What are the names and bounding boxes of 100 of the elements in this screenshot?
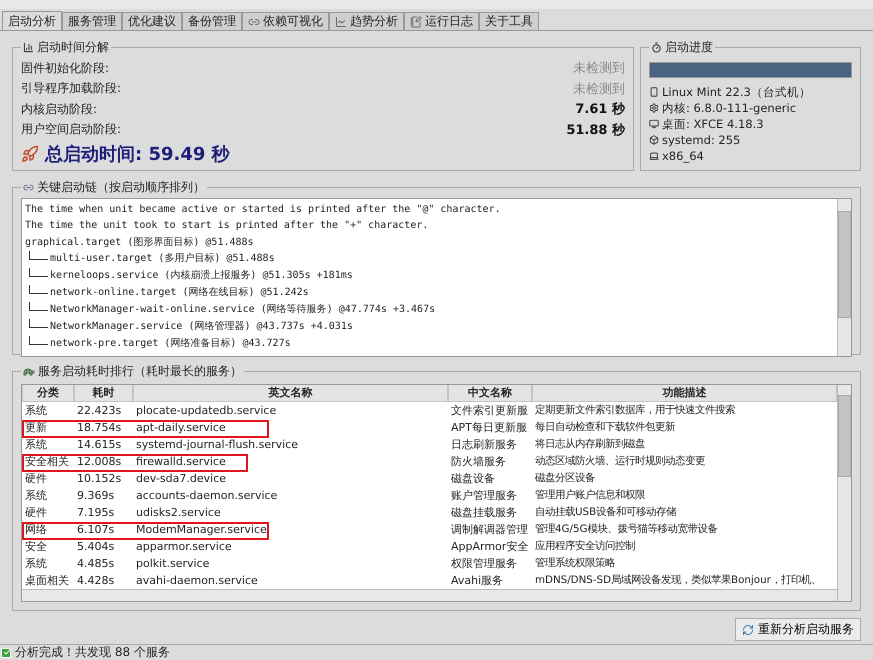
column-header[interactable]: 中文名称 bbox=[448, 385, 532, 402]
cube-icon bbox=[649, 135, 659, 145]
scrollbar[interactable] bbox=[837, 199, 851, 356]
table-cell-text: 账户管理服务 bbox=[450, 488, 518, 504]
column-header[interactable]: 分类 bbox=[22, 385, 74, 402]
stage-label: 固件初始化阶段: bbox=[21, 60, 110, 77]
table-cell-text: 6.107s bbox=[76, 522, 116, 538]
table-cell-text: 动态区域防火墙、运行时规则动态变更 bbox=[534, 454, 706, 469]
table-cell-text: apparmor.service bbox=[135, 539, 233, 555]
table-cell-text: 权限管理服务 bbox=[450, 556, 518, 572]
table-cell-text: 22.423s bbox=[76, 403, 122, 419]
stage-label: 用户空间启动阶段: bbox=[21, 121, 122, 138]
table-cell-text: 定期更新文件索引数据库，用于快速文件搜索 bbox=[534, 403, 736, 418]
table-cell-text: avahi-daemon.service bbox=[135, 573, 259, 589]
table-cell-text: 硬件 bbox=[24, 471, 48, 487]
column-header[interactable]: 耗时 bbox=[74, 385, 133, 402]
table-cell-text: accounts-daemon.service bbox=[135, 488, 278, 504]
tab[interactable]: 运行日志 bbox=[404, 12, 479, 30]
table-cell-text: 12.008s bbox=[76, 454, 122, 470]
turtle-icon bbox=[23, 366, 35, 378]
output-line: kerneloops.service (内核崩溃上报服务) @51.305s +181ms bbox=[50, 268, 353, 284]
tab[interactable]: 依赖可视化 bbox=[242, 12, 329, 30]
tab[interactable]: 关于工具 bbox=[479, 12, 539, 30]
table-cell-text: 每日自动检查和下载软件包更新 bbox=[534, 420, 676, 435]
column-header[interactable]: 英文名称 bbox=[133, 385, 448, 402]
table-cell-text: 系统 bbox=[24, 403, 48, 419]
bar-chart-icon bbox=[23, 42, 34, 53]
stage-value: 51.88 秒 bbox=[566, 122, 625, 139]
stage-value: 7.61 秒 bbox=[575, 101, 625, 118]
table-cell-text: ModemManager.service bbox=[135, 522, 268, 538]
table-cell-text: polkit.service bbox=[135, 556, 210, 572]
tab[interactable]: 启动分析 bbox=[2, 11, 62, 30]
table-cell-text: 安全相关 bbox=[24, 454, 70, 470]
scrollbar[interactable] bbox=[837, 385, 851, 601]
table-cell-text: systemd-journal-flush.service bbox=[135, 437, 300, 453]
system-info: Linux Mint 22.3（台式机） bbox=[662, 84, 811, 100]
table-cell-text: 磁盘设备 bbox=[450, 471, 496, 487]
table-cell-text: 系统 bbox=[24, 437, 48, 453]
output-line: NetworkManager.service (网络管理器) @43.737s +4.031s bbox=[50, 320, 353, 334]
table-cell-text: 18.754s bbox=[76, 420, 122, 436]
tree-connector bbox=[29, 302, 48, 311]
table-cell-text: dev-sda7.device bbox=[135, 471, 228, 487]
table-cell-text: 硬件 bbox=[24, 505, 48, 521]
table-cell-text: 7.195s bbox=[76, 505, 116, 521]
table-cell-text: 磁盘挂载服务 bbox=[450, 505, 518, 521]
phone-icon bbox=[649, 87, 659, 97]
table-cell-text: 系统 bbox=[24, 488, 48, 504]
tab[interactable]: 服务管理 bbox=[62, 12, 122, 30]
table-cell-text: 14.615s bbox=[76, 437, 122, 453]
timer-icon bbox=[651, 42, 662, 53]
group-title: 服务启动耗时排行（耗时最长的服务） bbox=[38, 363, 242, 380]
output-line: graphical.target (图形界面目标) @51.488s bbox=[25, 236, 254, 250]
system-info: systemd: 255 bbox=[662, 133, 740, 147]
table-cell-text: apt-daily.service bbox=[135, 420, 227, 436]
table-cell-text: 防火墙服务 bbox=[450, 454, 507, 470]
table-cell-text: 10.152s bbox=[76, 471, 122, 487]
column-header[interactable]: 功能描述 bbox=[532, 385, 837, 402]
reanalyze-button[interactable]: 重新分析启动服务 bbox=[735, 618, 861, 641]
output-line: network-online.target (网络在线目标) @51.242s bbox=[50, 286, 309, 300]
system-info: 内核: 6.8.0-111-generic bbox=[662, 100, 796, 116]
tree-connector bbox=[29, 336, 48, 345]
stage-label: 内核启动阶段: bbox=[21, 100, 98, 118]
table-cell-text: 网络 bbox=[24, 522, 48, 538]
table-cell-text: 5.404s bbox=[76, 539, 116, 555]
total-boot-time: 总启动时间: 59.49 秒 bbox=[45, 143, 230, 166]
tree-connector bbox=[29, 284, 48, 294]
tab[interactable]: 备份管理 bbox=[182, 12, 242, 30]
horizontal-scrollbar[interactable] bbox=[22, 589, 837, 601]
table-cell-text: plocate-updatedb.service bbox=[135, 403, 278, 419]
table-cell-text: 文件索引更新服 bbox=[450, 403, 529, 419]
table-cell-text: APT每日更新服 bbox=[450, 420, 528, 436]
laptop-icon bbox=[649, 151, 659, 161]
table-cell-text: 应用程序安全访问控制 bbox=[534, 539, 636, 554]
table-cell-text: 系统 bbox=[24, 556, 48, 572]
table-cell-text: 4.485s bbox=[76, 556, 116, 572]
output-line: The time when unit became active or started is printed after the "@" character. bbox=[25, 203, 501, 217]
monitor-icon bbox=[649, 119, 659, 129]
rocket-icon bbox=[21, 145, 39, 163]
tab[interactable]: 优化建议 bbox=[122, 12, 182, 30]
refresh-icon bbox=[742, 624, 754, 636]
table-cell-text: 管理系统权限策略 bbox=[534, 556, 616, 571]
link-icon bbox=[23, 182, 34, 193]
table-cell-text: mDNS/DNS-SD局域网设备发现，类似苹果Bonjour，打印机、 bbox=[534, 573, 822, 588]
notepad-icon bbox=[410, 16, 422, 28]
output-line: multi-user.target (多用户目标) @51.488s bbox=[50, 252, 275, 266]
system-info: 桌面: XFCE 4.18.3 bbox=[662, 116, 764, 132]
group-title: 启动时间分解 bbox=[37, 39, 109, 56]
tree-connector bbox=[29, 268, 48, 277]
table-cell-text: 9.369s bbox=[76, 488, 116, 504]
stage-value: 未检测到 bbox=[573, 60, 625, 78]
output-line: The time the unit took to start is printed after the "+" character. bbox=[25, 219, 428, 234]
table-cell-text: 安全 bbox=[24, 539, 48, 555]
system-info: x86_64 bbox=[662, 149, 704, 163]
check-icon bbox=[0, 646, 12, 658]
tab[interactable]: 趋势分析 bbox=[329, 12, 404, 30]
stage-value: 未检测到 bbox=[573, 80, 625, 98]
group-title: 关键启动链（按启动顺序排列） bbox=[37, 179, 205, 196]
stage-label: 引导程序加载阶段: bbox=[21, 80, 122, 98]
table-cell-text: 管理用户账户信息和权限 bbox=[534, 488, 646, 503]
table-cell-text: 调制解调器管理 bbox=[450, 522, 529, 538]
